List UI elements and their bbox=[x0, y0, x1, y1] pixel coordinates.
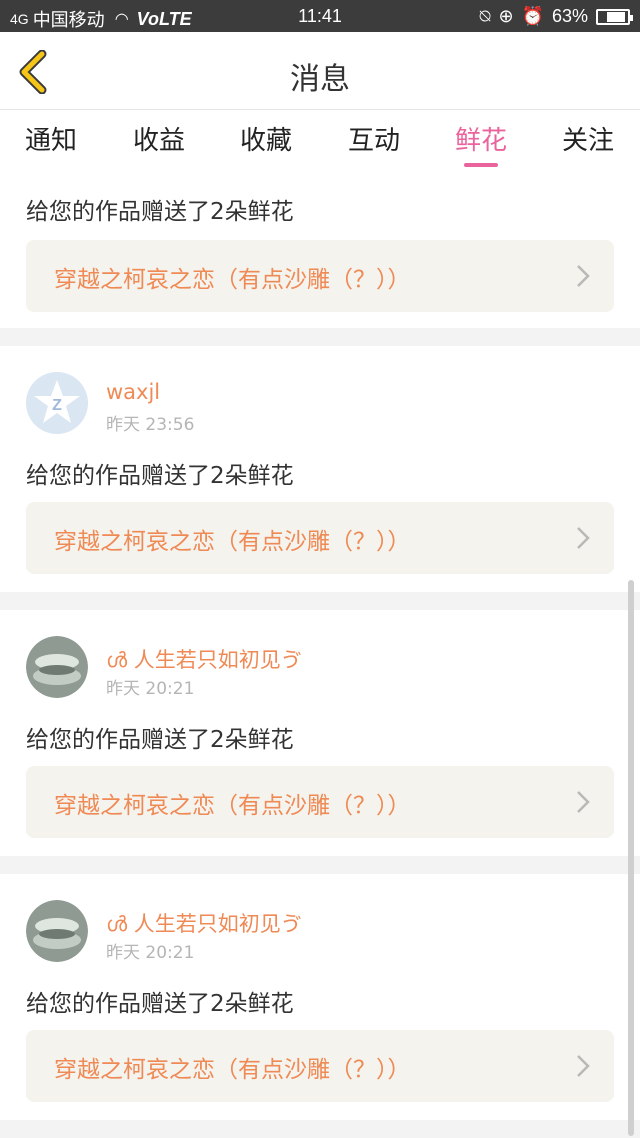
page-title: 消息 bbox=[290, 62, 350, 97]
status-right: ⍉ ⊕ ⏰ 63% bbox=[472, 6, 633, 27]
svg-text:Z: Z bbox=[52, 397, 62, 414]
tab-label: 关注 bbox=[561, 126, 614, 156]
work-link[interactable]: 穿越之柯哀之恋（有点沙雕（？）） bbox=[26, 502, 614, 574]
avatar[interactable] bbox=[26, 636, 88, 698]
message-feed[interactable]: 给您的作品赠送了2朵鲜花 穿越之柯哀之恋（有点沙雕（？）） Z waxjl 昨天… bbox=[0, 168, 640, 1138]
work-title: 穿越之柯哀之恋（有点沙雕（？）） bbox=[54, 529, 411, 555]
chevron-right-icon bbox=[577, 1055, 590, 1077]
tab-label: 收藏 bbox=[239, 126, 292, 156]
chevron-right-icon bbox=[577, 791, 590, 813]
divider bbox=[0, 328, 640, 346]
qq-default-avatar-icon: Z bbox=[26, 372, 88, 434]
app-header: 消息 bbox=[0, 32, 640, 110]
active-tab-indicator bbox=[464, 163, 498, 167]
avatar[interactable] bbox=[26, 900, 88, 962]
work-link[interactable]: 穿越之柯哀之恋（有点沙雕（？）） bbox=[26, 240, 614, 312]
tab-label: 互动 bbox=[347, 126, 400, 156]
battery-icon bbox=[596, 8, 633, 25]
lock-rotation-icon: ⊕ bbox=[498, 6, 514, 26]
status-bar: 4G 中国移动 ◠ VoLTE 11:41 ⍉ ⊕ ⏰ 63% bbox=[0, 0, 640, 32]
username[interactable]: ൾ 人生若只如初见ゔ bbox=[106, 644, 302, 674]
tab-label: 鲜花 bbox=[454, 126, 507, 156]
tab-bar: 通知 收益 收藏 互动 鲜花 关注 bbox=[0, 110, 640, 168]
tab-flowers[interactable]: 鲜花 bbox=[441, 120, 521, 167]
message-card: 给您的作品赠送了2朵鲜花 穿越之柯哀之恋（有点沙雕（？）） bbox=[0, 168, 640, 328]
chevron-right-icon bbox=[577, 265, 590, 287]
tab-interaction[interactable]: 互动 bbox=[334, 120, 414, 157]
message-time: 昨天 23:56 bbox=[106, 415, 195, 435]
message-text: 给您的作品赠送了2朵鲜花 bbox=[26, 463, 294, 489]
avatar[interactable]: Z bbox=[26, 372, 88, 434]
alarm-icon: ⏰ bbox=[521, 6, 544, 26]
message-time: 昨天 20:21 bbox=[106, 943, 195, 963]
message-card: Z waxjl 昨天 23:56 给您的作品赠送了2朵鲜花 穿越之柯哀之恋（有点… bbox=[0, 346, 640, 592]
tab-follow[interactable]: 关注 bbox=[548, 120, 628, 157]
scrollbar[interactable] bbox=[628, 580, 634, 1136]
mute-icon: ⍉ bbox=[479, 6, 491, 26]
divider bbox=[0, 856, 640, 874]
user-avatar-icon bbox=[26, 900, 88, 962]
tab-label: 通知 bbox=[24, 126, 77, 156]
message-text: 给您的作品赠送了2朵鲜花 bbox=[26, 727, 294, 753]
message-card: ൾ 人生若只如初见ゔ 昨天 20:21 给您的作品赠送了2朵鲜花 穿越之柯哀之恋… bbox=[0, 874, 640, 1120]
divider bbox=[0, 592, 640, 610]
battery-text: 63% bbox=[551, 6, 588, 26]
work-link[interactable]: 穿越之柯哀之恋（有点沙雕（？）） bbox=[26, 766, 614, 838]
chevron-right-icon bbox=[577, 527, 590, 549]
message-time: 昨天 20:21 bbox=[106, 679, 195, 699]
user-avatar-icon bbox=[26, 636, 88, 698]
tab-favorites[interactable]: 收藏 bbox=[226, 120, 306, 157]
work-link[interactable]: 穿越之柯哀之恋（有点沙雕（？）） bbox=[26, 1030, 614, 1102]
work-title: 穿越之柯哀之恋（有点沙雕（？）） bbox=[54, 1057, 411, 1083]
username[interactable]: ൾ 人生若只如初见ゔ bbox=[106, 908, 302, 938]
message-text: 给您的作品赠送了2朵鲜花 bbox=[26, 991, 294, 1017]
message-card: ൾ 人生若只如初见ゔ 昨天 20:21 给您的作品赠送了2朵鲜花 穿越之柯哀之恋… bbox=[0, 610, 640, 856]
work-title: 穿越之柯哀之恋（有点沙雕（？）） bbox=[54, 267, 411, 293]
tab-notice[interactable]: 通知 bbox=[11, 120, 91, 157]
tab-earnings[interactable]: 收益 bbox=[119, 120, 199, 157]
message-text: 给您的作品赠送了2朵鲜花 bbox=[26, 199, 294, 225]
work-title: 穿越之柯哀之恋（有点沙雕（？）） bbox=[54, 793, 411, 819]
divider bbox=[0, 1120, 640, 1138]
username[interactable]: waxjl bbox=[106, 380, 160, 404]
tab-label: 收益 bbox=[132, 126, 185, 156]
